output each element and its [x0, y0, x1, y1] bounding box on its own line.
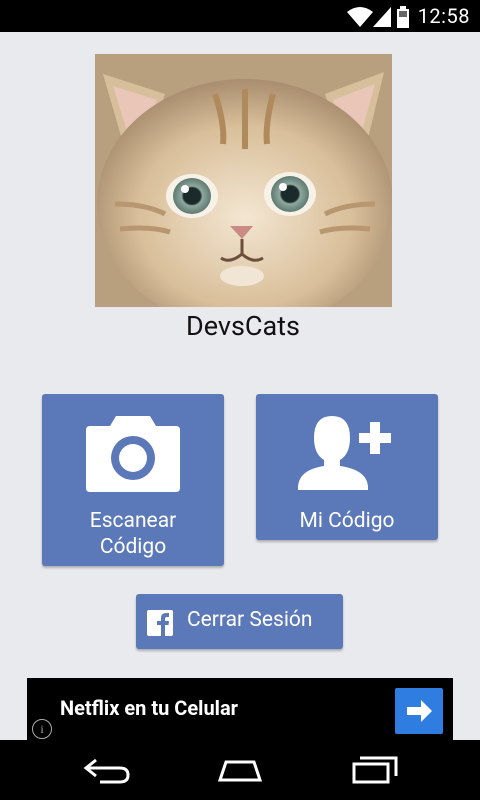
ad-banner[interactable]: Netflix en tu Celular i: [27, 678, 453, 740]
ad-open-button[interactable]: [395, 688, 443, 734]
home-icon[interactable]: [214, 754, 266, 786]
scan-code-label: Escanear Código: [42, 508, 224, 560]
scan-code-button[interactable]: Escanear Código: [42, 394, 224, 566]
facebook-icon: [147, 610, 173, 636]
scan-code-label-line1: Escanear: [89, 509, 177, 533]
logout-label: Cerrar Sesión: [187, 608, 313, 632]
my-code-button[interactable]: Mi Código: [256, 394, 438, 540]
add-user-icon: [298, 416, 391, 490]
back-icon[interactable]: [82, 754, 132, 786]
wifi-icon: [347, 7, 373, 27]
navigation-bar: [0, 740, 480, 800]
my-code-label: Mi Código: [299, 509, 395, 533]
battery-icon: [397, 6, 409, 28]
kitten-image: [95, 54, 392, 307]
ad-headline: Netflix en tu Celular: [60, 696, 238, 720]
main-content: DevsCats Escanear Código Mi Código Cerra…: [0, 32, 480, 740]
profile-photo: [95, 54, 392, 307]
logout-button[interactable]: Cerrar Sesión: [136, 594, 343, 649]
ad-info-icon[interactable]: i: [32, 719, 52, 739]
username: DevsCats: [186, 310, 300, 342]
arrow-right-icon: [407, 700, 432, 722]
clock: 12:58: [417, 4, 470, 28]
recent-apps-icon[interactable]: [350, 754, 400, 786]
camera-icon: [86, 416, 180, 492]
status-bar: 12:58: [0, 0, 480, 32]
signal-icon: [373, 7, 391, 27]
scan-code-label-line2: Código: [99, 535, 167, 559]
